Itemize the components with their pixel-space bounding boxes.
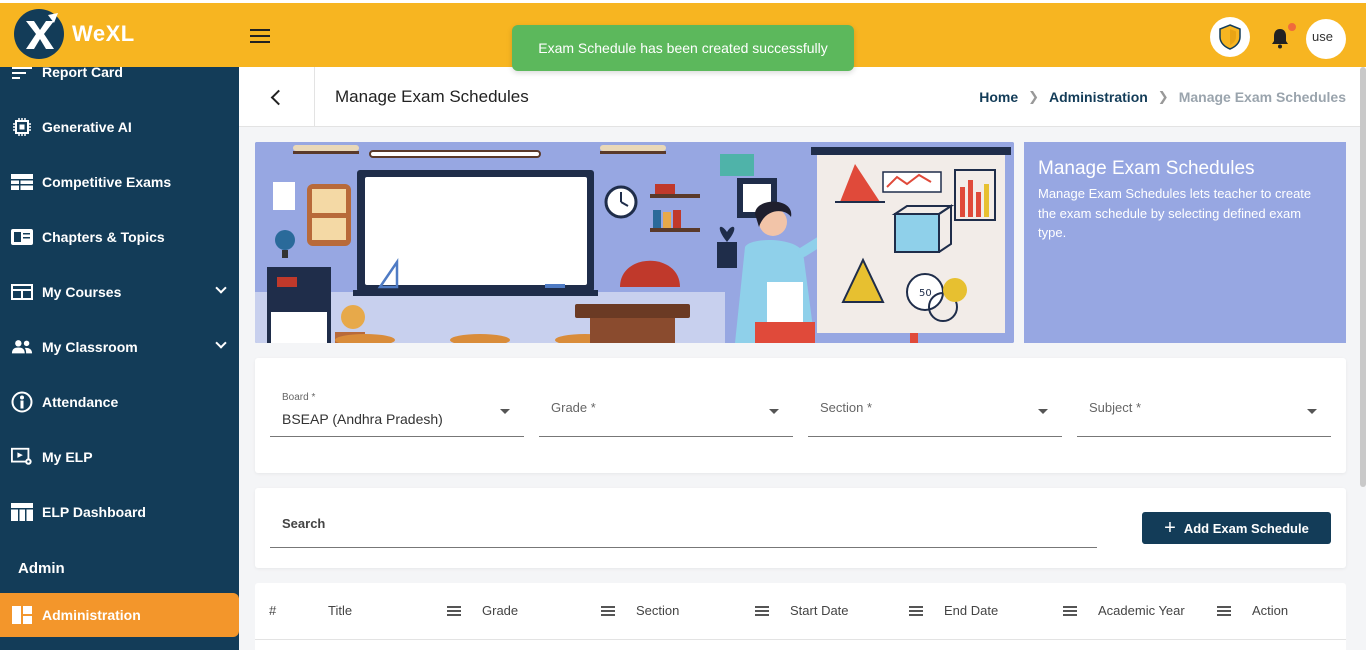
info-card-title: Manage Exam Schedules [1038,158,1255,179]
chip-icon [11,118,33,136]
column-menu-icon[interactable] [447,606,461,616]
sidebar-item-label: ELP Dashboard [42,504,146,520]
sidebar-section-admin: Admin [18,560,65,577]
page-title: Manage Exam Schedules [335,87,529,106]
breadcrumb-home[interactable]: Home [979,89,1018,105]
sidebar-item-my-classroom[interactable]: My Classroom [0,327,239,367]
search-card: + Add Exam Schedule [255,488,1346,568]
board-value: BSEAP (Andhra Pradesh) [282,411,443,427]
chevron-down-icon[interactable] [215,337,227,349]
sidebar-item-label: Administration [42,607,141,623]
group-icon [11,338,33,356]
table-icon [11,173,33,191]
filter-card: Board * BSEAP (Andhra Pradesh) Grade * S… [255,358,1346,473]
sidebar-item-label: My Courses [42,284,122,300]
avatar-alt-text: use [1312,29,1333,44]
section-select[interactable]: Section * [808,390,1062,437]
caret-down-icon [1038,409,1048,414]
notification-badge [1286,21,1298,33]
search-input[interactable] [270,516,1097,531]
sidebar-item-generative-ai[interactable]: Generative AI [0,107,239,147]
shield-icon[interactable] [1210,17,1250,57]
menu-toggle-icon[interactable] [250,29,270,43]
app-name: WeXL [72,21,135,46]
video-settings-icon [11,447,33,466]
chevron-down-icon[interactable] [215,282,227,294]
section-label: Section * [820,400,873,415]
sidebar-item-chapters-topics[interactable]: Chapters & Topics [0,217,239,257]
page-scrollbar[interactable] [1360,67,1366,487]
column-menu-icon[interactable] [601,606,615,616]
column-menu-icon[interactable] [1063,606,1077,616]
exam-schedule-table: # Title Grade Section Start Date End Dat… [255,583,1346,650]
sidebar-item-label: My ELP [42,449,93,465]
info-card-description: Manage Exam Schedules lets teacher to cr… [1038,186,1312,240]
sidebar-item-elp-dashboard[interactable]: ELP Dashboard [0,492,239,532]
search-field [270,508,1097,548]
sidebar-item-administration[interactable]: Administration [0,593,239,637]
subject-select[interactable]: Subject * [1077,390,1331,437]
column-header-section[interactable]: Section [636,603,679,618]
board-select[interactable]: Board * BSEAP (Andhra Pradesh) [270,390,524,437]
column-menu-icon[interactable] [1217,606,1231,616]
chevron-right-icon: ❯ [1028,89,1040,104]
list-icon [11,67,33,81]
grade-select[interactable]: Grade * [539,390,793,437]
svg-text:50: 50 [919,288,932,299]
sidebar-item-attendance[interactable]: Attendance [0,382,239,422]
person-circle-icon [11,391,33,413]
sidebar-item-my-elp[interactable]: My ELP [0,437,239,477]
plus-icon: + [1164,517,1176,539]
toast-message: Exam Schedule has been created successfu… [538,40,828,56]
courses-icon [11,283,33,301]
column-header-title[interactable]: Title [328,603,352,618]
grade-label: Grade * [551,400,596,415]
column-header-academic-year[interactable]: Academic Year [1098,603,1185,618]
column-header-end-date[interactable]: End Date [944,603,998,618]
column-menu-icon[interactable] [755,606,769,616]
sidebar-item-label: Generative AI [42,119,132,135]
grid-icon [11,606,33,624]
column-menu-icon[interactable] [909,606,923,616]
breadcrumb: Home ❯ Administration ❯ Manage Exam Sche… [979,89,1346,105]
page-header: Manage Exam Schedules Home ❯ Administrat… [239,67,1366,127]
caret-down-icon [1307,409,1317,414]
column-header-start-date[interactable]: Start Date [790,603,849,618]
board-label: Board * [282,392,316,403]
caret-down-icon [500,409,510,414]
sidebar-item-report-card[interactable]: Report Card [0,67,239,92]
user-avatar[interactable]: use [1306,19,1346,59]
subject-label: Subject * [1089,400,1142,415]
logo[interactable]: WeXL [14,9,135,59]
add-button-label: Add Exam Schedule [1183,520,1309,536]
caret-down-icon [769,409,779,414]
sidebar-item-label: Attendance [42,394,119,410]
column-header-grade[interactable]: Grade [482,603,518,618]
breadcrumb-administration[interactable]: Administration [1049,89,1148,105]
dashboard-icon [11,503,33,521]
sidebar-item-my-courses[interactable]: My Courses [0,272,239,312]
banner-illustration: 50 [255,142,1014,343]
logo-icon [14,9,64,59]
add-exam-schedule-button[interactable]: + Add Exam Schedule [1142,512,1331,544]
sidebar-item-label: My Classroom [42,339,138,355]
sidebar: Report Card Generative AI Competitive Ex… [0,67,239,650]
sidebar-item-label: Chapters & Topics [42,229,165,245]
breadcrumb-current: Manage Exam Schedules [1178,89,1346,105]
back-button[interactable] [239,67,315,127]
chevron-right-icon: ❯ [1157,89,1169,104]
sidebar-item-label: Report Card [42,67,123,80]
success-toast: Exam Schedule has been created successfu… [512,25,854,71]
sidebar-item-label: Competitive Exams [42,174,172,190]
info-card: Manage Exam Schedules Manage Exam Schedu… [1024,142,1346,343]
column-header-action: Action [1252,603,1289,618]
table-divider [255,639,1346,640]
book-icon [11,228,33,246]
column-header-index: # [269,603,277,618]
chevron-left-icon [270,89,287,105]
sidebar-item-competitive-exams[interactable]: Competitive Exams [0,162,239,202]
